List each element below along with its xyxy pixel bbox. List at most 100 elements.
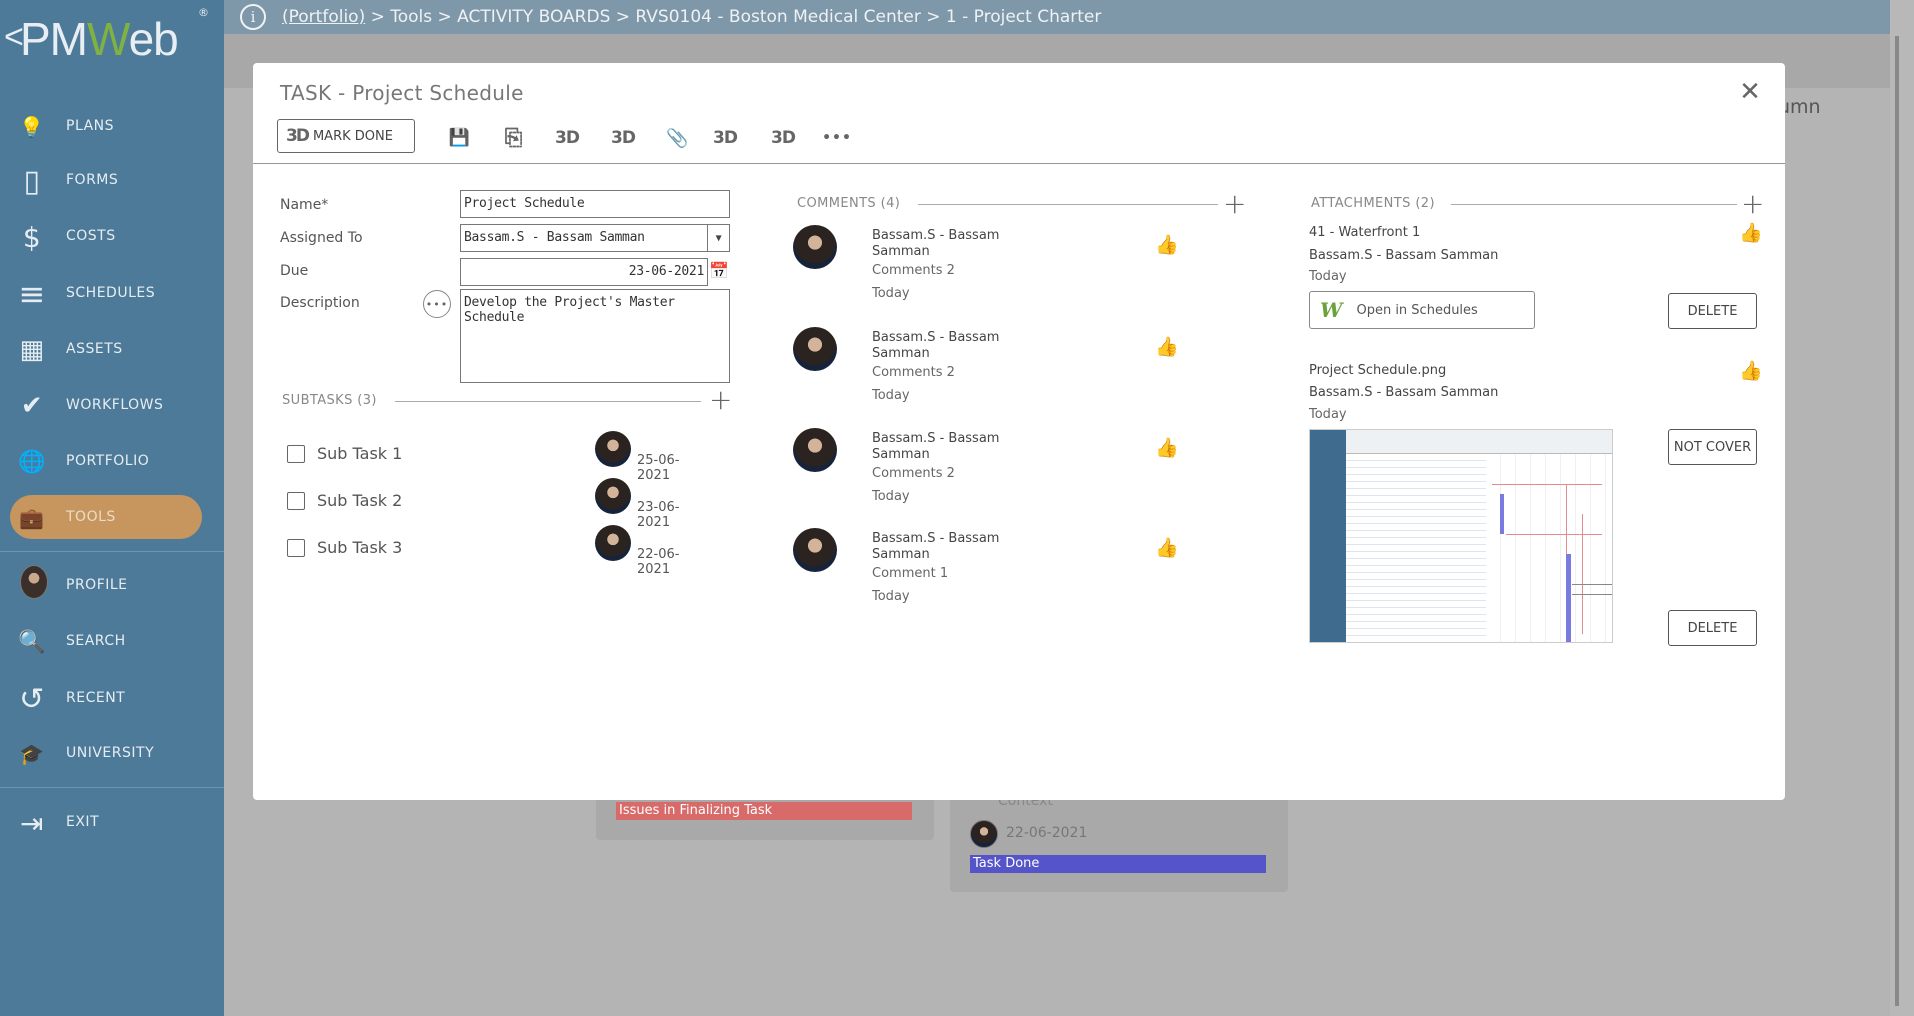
sidebar-item-search[interactable]: 🔍 SEARCH <box>0 619 224 663</box>
globe-icon: 🌐 <box>18 449 46 475</box>
thumbs-up-icon[interactable]: 👍 <box>1155 335 1179 358</box>
comment-item: Bassam.S - Bassam Samman Comment 1 Today… <box>793 528 1233 618</box>
name-label: Name* <box>280 197 329 213</box>
mark-done-button[interactable]: 3D MARK DONE <box>277 119 415 153</box>
sidebar-item-portfolio[interactable]: 🌐 PORTFOLIO <box>0 439 224 483</box>
save-icon[interactable]: 💾 <box>443 123 475 153</box>
background-status-blue: Task Done <box>970 855 1266 873</box>
open-in-schedules-label: Open in Schedules <box>1356 302 1478 318</box>
sidebar-item-schedules[interactable]: ≡ SCHEDULES <box>0 271 224 315</box>
description-field[interactable]: Develop the Project's Master Schedule <box>460 289 730 383</box>
description-more-icon[interactable]: ••• <box>423 290 451 318</box>
dollar-icon: $ <box>22 220 42 254</box>
section-line <box>395 401 701 402</box>
attachment-title[interactable]: Project Schedule.png <box>1309 363 1446 378</box>
delete-button[interactable]: DELETE <box>1668 610 1757 646</box>
scrollbar-track[interactable] <box>1895 36 1899 1006</box>
thumbs-up-icon[interactable]: 👍 <box>1155 436 1179 459</box>
building-icon: ▦ <box>19 335 45 365</box>
sidebar-item-label: UNIVERSITY <box>66 745 155 761</box>
comment-author: Bassam.S - Bassam Samman <box>872 531 1000 562</box>
open-in-schedules-button[interactable]: W Open in Schedules <box>1309 291 1535 329</box>
breadcrumb-bar: i (Portfolio) > Tools > ACTIVITY BOARDS … <box>224 0 1890 34</box>
subtask-row: Sub Task 3 22-06-2021 <box>287 525 687 577</box>
subtask-label[interactable]: Sub Task 1 <box>317 444 402 463</box>
gantt-bar <box>1500 494 1504 534</box>
gantt-line <box>1572 584 1612 585</box>
comment-item: Bassam.S - Bassam Samman Comments 2 Toda… <box>793 428 1233 518</box>
sidebar-divider <box>0 787 224 788</box>
3d-icon[interactable]: 3D <box>607 123 639 153</box>
avatar <box>793 528 837 572</box>
more-icon[interactable]: ••• <box>821 123 853 153</box>
search-icon: 🔍 <box>18 629 46 655</box>
subtask-checkbox[interactable] <box>287 539 305 557</box>
sidebar-item-recent[interactable]: ↺ RECENT <box>0 676 224 720</box>
attachments-header: ATTACHMENTS (2) <box>1311 196 1435 211</box>
schedule-bars-icon: ≡ <box>18 275 46 313</box>
page-scrollbar[interactable] <box>1890 0 1914 1016</box>
subtask-label[interactable]: Sub Task 3 <box>317 538 402 557</box>
thumbs-up-icon[interactable]: 👍 <box>1155 233 1179 256</box>
sidebar-item-assets[interactable]: ▦ ASSETS <box>0 327 224 371</box>
exit-icon: ⇥ <box>20 806 44 840</box>
sidebar-item-costs[interactable]: $ COSTS <box>0 214 224 258</box>
document-icon: ▯ <box>23 163 41 199</box>
attachment-title[interactable]: 41 - Waterfront 1 <box>1309 225 1420 240</box>
history-icon: ↺ <box>19 681 45 717</box>
assigned-to-label: Assigned To <box>280 230 363 246</box>
attachment-user: Bassam.S - Bassam Samman <box>1309 248 1499 263</box>
not-cover-button[interactable]: NOT COVER <box>1668 429 1757 465</box>
3d-icon[interactable]: 3D <box>709 123 741 153</box>
add-attachment-icon[interactable]: + <box>1741 190 1764 218</box>
pmweb-logo[interactable]: < PMWeb ® <box>0 0 224 78</box>
sidebar-item-exit[interactable]: ⇥ EXIT <box>0 800 224 844</box>
checkmark-icon: ✔ <box>20 391 44 421</box>
3d-icon[interactable]: 3D <box>551 123 583 153</box>
assigned-to-select[interactable]: Bassam.S - Bassam Samman ▼ <box>460 224 730 252</box>
calendar-icon[interactable]: 📅 <box>709 261 729 280</box>
due-date-field[interactable]: 23-06-2021 <box>460 258 708 286</box>
thumbs-up-icon[interactable]: 👍 <box>1739 221 1763 244</box>
chevron-down-icon[interactable]: ▼ <box>707 225 729 251</box>
subtask-checkbox[interactable] <box>287 492 305 510</box>
sidebar-item-label: PLANS <box>66 118 114 134</box>
sidebar-item-label: FORMS <box>66 172 119 188</box>
thumbs-up-icon[interactable]: 👍 <box>1155 536 1179 559</box>
subtask-label[interactable]: Sub Task 2 <box>317 491 402 510</box>
name-field[interactable]: Project Schedule <box>460 190 730 218</box>
graduation-cap-icon: 🎓 <box>19 742 45 766</box>
sidebar-item-forms[interactable]: ▯ FORMS <box>0 158 224 202</box>
attachment-thumbnail[interactable] <box>1309 429 1613 643</box>
comment-time: Today <box>872 286 910 301</box>
sidebar-item-label: WORKFLOWS <box>66 397 164 413</box>
comment-time: Today <box>872 489 910 504</box>
3d-icon[interactable]: 3D <box>767 123 799 153</box>
subtask-checkbox[interactable] <box>287 445 305 463</box>
sidebar-item-workflows[interactable]: ✔ WORKFLOWS <box>0 383 224 427</box>
sidebar-item-tools[interactable]: 💼 TOOLS <box>0 495 224 539</box>
breadcrumb-portfolio-link[interactable]: (Portfolio) <box>282 7 365 27</box>
info-icon[interactable]: i <box>240 4 266 30</box>
sidebar-item-university[interactable]: 🎓 UNIVERSITY <box>0 731 224 775</box>
sidebar-item-plans[interactable]: 💡 PLANS <box>0 104 224 148</box>
comment-body: Comments 2 <box>872 365 955 380</box>
logo-text: PMWeb <box>20 13 179 65</box>
delete-button[interactable]: DELETE <box>1668 293 1757 329</box>
comment-body: Comments 2 <box>872 263 955 278</box>
export-icon[interactable]: ⎘ <box>497 123 529 153</box>
close-icon[interactable]: ✕ <box>1737 79 1763 105</box>
sidebar-item-profile[interactable]: PROFILE <box>0 563 224 607</box>
avatar <box>595 525 631 561</box>
avatar <box>793 428 837 472</box>
paperclip-icon[interactable]: 📎 <box>661 123 693 153</box>
assigned-to-value: Bassam.S - Bassam Samman <box>464 230 645 245</box>
thumbs-up-icon[interactable]: 👍 <box>1739 359 1763 382</box>
comment-time: Today <box>872 388 910 403</box>
add-subtask-icon[interactable]: + <box>709 386 732 414</box>
add-comment-icon[interactable]: + <box>1223 190 1246 218</box>
gantt-line <box>1506 534 1602 535</box>
description-label: Description <box>280 295 360 311</box>
profile-avatar <box>20 565 48 599</box>
pmweb-w-icon: W <box>1320 298 1343 322</box>
